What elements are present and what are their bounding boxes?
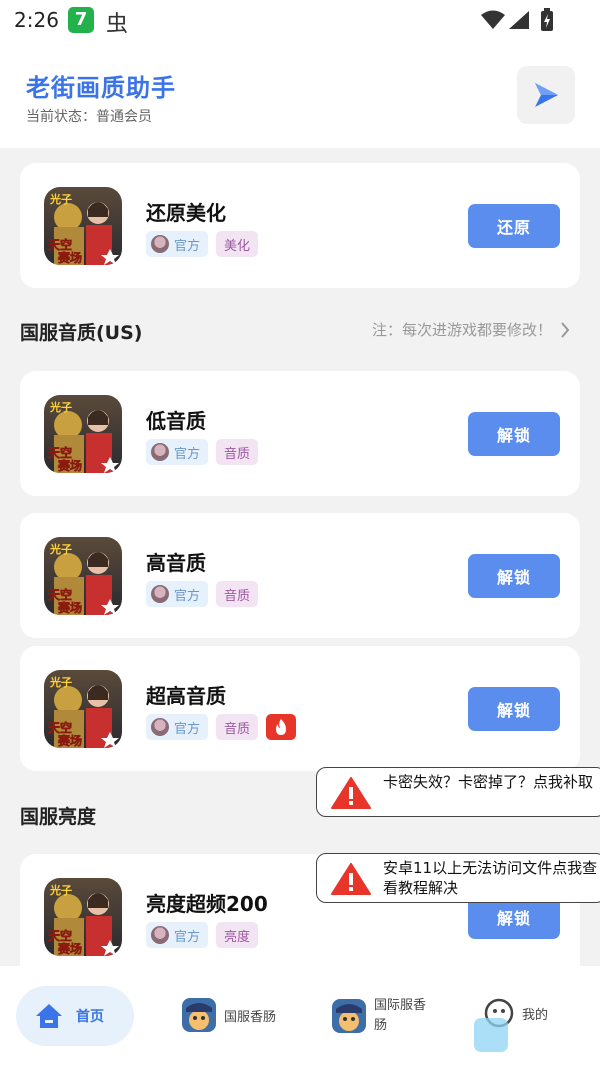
card-low-audio: 低音质 官方 音质 解锁: [20, 371, 580, 496]
battery-icon: [541, 8, 553, 31]
chevron-right-icon: [561, 321, 570, 338]
unlock-button[interactable]: 解锁: [468, 687, 560, 731]
nav-intl-sausage-label: 国际服香肠: [374, 998, 427, 1033]
card-title: 高音质: [146, 551, 206, 575]
intl-sausage-game-icon: [332, 999, 366, 1033]
toast-android11-tutorial[interactable]: 安卓11以上无法访问文件点我查看教程解决: [316, 853, 600, 903]
card-tags: 官方 音质: [146, 714, 297, 740]
notification-bug-icon: 虫: [106, 12, 129, 37]
card-title: 低音质: [146, 409, 206, 433]
section-note[interactable]: 注：每次进游戏都要修改！: [372, 319, 570, 340]
nav-intl-sausage[interactable]: 国际服香肠: [332, 996, 434, 1036]
wifi-icon: [481, 10, 505, 29]
toast-card-key-invalid[interactable]: 卡密失效？卡密掉了？点我补取: [316, 767, 600, 817]
status-time: 2:26: [14, 8, 59, 32]
nav-cn-sausage-label: 国服香肠: [224, 1009, 277, 1025]
tag-official: 官方: [146, 922, 209, 948]
app-title: 老街画质助手: [26, 74, 176, 102]
cn-sausage-game-icon: [182, 998, 216, 1032]
restore-button[interactable]: 还原: [468, 204, 560, 248]
official-avatar-icon: [151, 585, 169, 603]
tag-official-label: 官方: [174, 446, 201, 462]
signal-icon: [509, 11, 529, 29]
nav-mine-label: 我的: [522, 1007, 549, 1023]
app-header: 老街画质助手 当前状态：普通会员: [0, 40, 600, 148]
unlock-button[interactable]: 解锁: [468, 554, 560, 598]
bottom-nav: 首页 国服香肠 国际服香肠 我的: [0, 966, 600, 1066]
official-avatar-icon: [151, 926, 169, 944]
game-icon: [44, 187, 122, 265]
status-bar: 2:26 7 虫: [0, 0, 600, 40]
nav-cn-sausage[interactable]: 国服香肠: [182, 998, 276, 1032]
card-title: 还原美化: [146, 201, 226, 225]
card-tags: 官方 亮度: [146, 922, 259, 948]
card-title: 亮度超频200: [146, 892, 268, 916]
official-avatar-icon: [151, 443, 169, 461]
card-tags: 官方 音质: [146, 581, 259, 607]
nav-home-label: 首页: [76, 1009, 104, 1025]
tag-official-label: 官方: [174, 721, 201, 737]
section-title-cn-audio: 国服音质(US): [20, 322, 143, 344]
card-ultra-audio: 超高音质 官方 音质 解锁: [20, 646, 580, 771]
play-icon: [535, 83, 558, 107]
section-title-cn-brightness: 国服亮度: [20, 806, 97, 828]
card-title: 超高音质: [146, 684, 226, 708]
toast-text: 卡密失效？卡密掉了？点我补取: [383, 773, 594, 791]
tag-category: 音质: [216, 439, 259, 465]
notification-app-icon: 7: [68, 7, 94, 33]
warning-icon: [331, 777, 371, 809]
card-high-audio: 高音质 官方 音质 解锁: [20, 513, 580, 638]
membership-status: 当前状态：普通会员: [26, 109, 152, 125]
game-icon: [44, 537, 122, 615]
tag-official-label: 官方: [174, 238, 201, 254]
tag-official-label: 官方: [174, 929, 201, 945]
card-tags: 官方 美化: [146, 231, 259, 257]
tag-official: 官方: [146, 439, 209, 465]
tag-official: 官方: [146, 231, 209, 257]
toast-text: 安卓11以上无法访问文件点我查看教程解决: [383, 859, 598, 897]
tag-category: 音质: [216, 581, 259, 607]
tag-category: 亮度: [216, 922, 259, 948]
unlock-button[interactable]: 解锁: [468, 412, 560, 456]
official-avatar-icon: [151, 718, 169, 736]
official-avatar-icon: [151, 235, 169, 253]
tag-category: 音质: [216, 714, 259, 740]
tag-official-label: 官方: [174, 588, 201, 604]
game-icon: [44, 395, 122, 473]
card-tags: 官方 音质: [146, 439, 259, 465]
warning-icon: [331, 863, 371, 895]
card-restore-beautify: 还原美化 官方 美化 还原: [20, 163, 580, 288]
nav-home[interactable]: 首页: [16, 986, 134, 1046]
fire-icon: [276, 719, 287, 735]
game-icon: [44, 878, 122, 956]
hot-badge: [266, 714, 297, 740]
home-icon: [36, 1004, 62, 1028]
game-icon: [44, 670, 122, 748]
tag-official: 官方: [146, 714, 209, 740]
play-button[interactable]: [517, 66, 575, 124]
tag-official: 官方: [146, 581, 209, 607]
tag-category: 美化: [216, 231, 259, 257]
section-note-text: 注：每次进游戏都要修改！: [371, 321, 552, 339]
watermark-logo-icon: [474, 1018, 508, 1052]
